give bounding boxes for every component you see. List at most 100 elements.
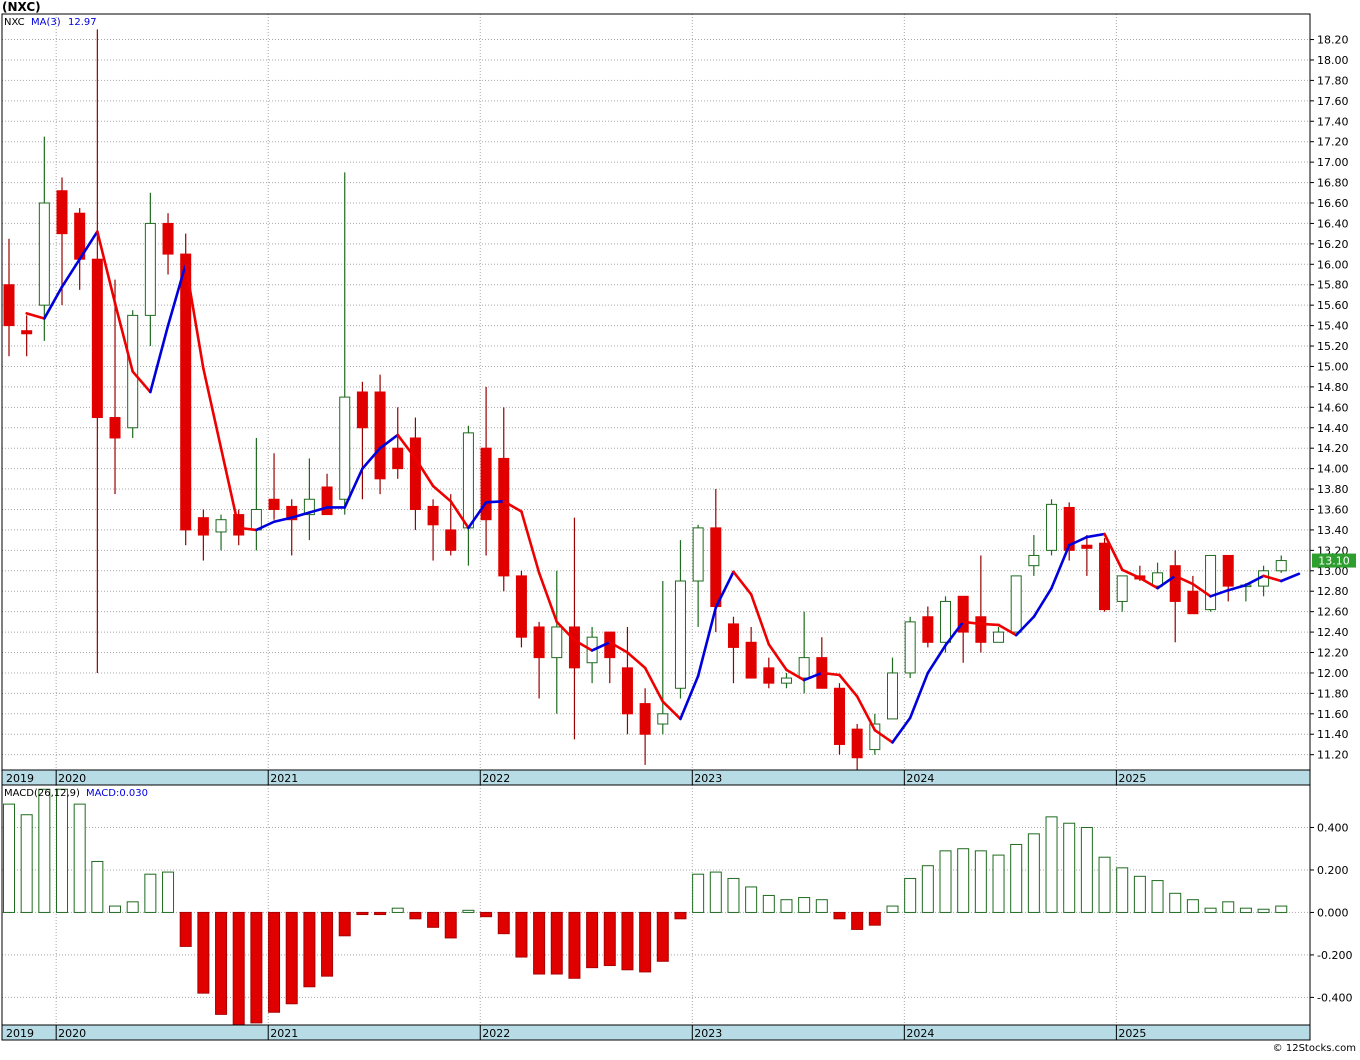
macd-bar-positive — [1169, 892, 1182, 913]
macd-bar-negative — [250, 911, 263, 1024]
macd-bar-negative — [621, 911, 634, 971]
candle-up — [887, 672, 898, 720]
candle-down — [197, 517, 209, 536]
ma3-segment — [484, 500, 506, 504]
macd-bar-positive — [745, 886, 758, 913]
year-label: 2023 — [694, 1027, 722, 1040]
time-axis-bar — [1, 1024, 1311, 1041]
macd-bar-positive — [1010, 843, 1023, 913]
macd-bar-negative — [656, 911, 669, 962]
macd-bar-negative — [586, 911, 599, 969]
price-tick-label: 12.80 — [1317, 585, 1349, 598]
macd-bar-positive — [921, 865, 934, 913]
candle-up — [1046, 503, 1058, 551]
price-tick-label: 17.80 — [1317, 74, 1349, 87]
candle-up — [1010, 575, 1022, 633]
macd-bar-positive — [1063, 822, 1076, 913]
candle-down — [56, 190, 68, 235]
macd-bar-negative — [179, 911, 192, 947]
price-tick-label: 13.80 — [1317, 483, 1349, 496]
macd-bar-negative — [338, 911, 351, 937]
candle-up — [798, 657, 810, 679]
price-tick-label: 12.00 — [1317, 667, 1349, 680]
candle-up — [692, 527, 704, 582]
price-tick-label: 18.20 — [1317, 34, 1349, 47]
candle-down — [321, 486, 333, 516]
macd-bar-positive — [939, 850, 952, 913]
candle-up — [1205, 554, 1217, 611]
macd-bar-positive — [762, 894, 775, 913]
ma3-segment — [979, 622, 1000, 627]
macd-bar-negative — [427, 911, 440, 928]
price-tick-label: 11.80 — [1317, 687, 1349, 700]
macd-bar-positive — [815, 899, 828, 913]
price-tick-label: 15.00 — [1317, 360, 1349, 373]
candle-up — [1116, 575, 1128, 602]
candle-down — [1187, 590, 1199, 615]
candle-up — [250, 508, 262, 531]
price-tick-label: 17.40 — [1317, 115, 1349, 128]
candle-down — [533, 626, 545, 659]
year-label: 2020 — [58, 1027, 86, 1040]
macd-bar-negative — [356, 911, 369, 916]
candle-down — [515, 575, 527, 638]
candle-up — [1028, 554, 1040, 567]
price-tick-label: 14.00 — [1317, 463, 1349, 476]
macd-bar-negative — [268, 911, 281, 1013]
price-tick-label: 14.60 — [1317, 401, 1349, 414]
year-label: 2021 — [270, 1027, 298, 1040]
candle-down — [851, 728, 863, 759]
year-label: 2019 — [6, 1027, 34, 1040]
candle-up — [215, 519, 227, 533]
candle-up — [144, 222, 156, 316]
price-tick-label: 15.60 — [1317, 299, 1349, 312]
watermark: © 12Stocks.com — [1273, 1043, 1356, 1054]
year-label: 2024 — [906, 1027, 934, 1040]
price-tick-label: 15.80 — [1317, 279, 1349, 292]
candle-up — [462, 432, 474, 529]
macd-bar-negative — [480, 911, 493, 918]
macd-bar-positive — [692, 873, 705, 913]
year-label: 2020 — [58, 772, 86, 785]
macd-bar-positive — [904, 877, 917, 913]
candle-down — [1169, 565, 1181, 602]
macd-tick-label: -0.400 — [1317, 991, 1352, 1004]
price-tick-label: 18.00 — [1317, 54, 1349, 67]
legend-ma-value: 12.97 — [68, 17, 97, 28]
macd-bar-positive — [3, 803, 15, 913]
macd-legend: MACD(26,12,9) MACD:0.030 — [4, 788, 148, 799]
candle-down — [763, 667, 775, 684]
macd-bar-positive — [727, 877, 740, 913]
price-legend: NXC MA(3) 12.97 — [4, 17, 97, 28]
candle-down — [409, 437, 421, 510]
macd-bar-positive — [1045, 816, 1058, 913]
candle-down — [356, 391, 368, 429]
price-tick-label: 11.20 — [1317, 749, 1349, 762]
year-label: 2025 — [1118, 1027, 1146, 1040]
macd-bar-negative — [515, 911, 528, 958]
candle-down — [374, 391, 386, 480]
candle-down — [91, 258, 103, 419]
macd-bar-positive — [1098, 856, 1111, 913]
price-tick-label: 12.20 — [1317, 647, 1349, 660]
year-label: 2022 — [482, 772, 510, 785]
candle-down — [427, 505, 439, 526]
macd-tick-label: 0.000 — [1317, 906, 1349, 919]
candle-up — [1152, 572, 1164, 587]
candle-down — [268, 498, 280, 510]
candle-up — [993, 631, 1005, 643]
candle-down — [162, 222, 174, 255]
legend-macd-label: MACD(26,12,9) — [4, 788, 80, 799]
macd-bar-positive — [886, 905, 899, 913]
candle-down — [109, 417, 121, 439]
year-label: 2021 — [270, 772, 298, 785]
macd-bar-negative — [197, 911, 210, 994]
macd-bar-negative — [868, 911, 881, 926]
macd-bar-negative — [497, 911, 510, 935]
macd-bar-positive — [798, 897, 811, 913]
macd-bar-positive — [780, 899, 793, 913]
macd-bar-positive — [957, 848, 970, 913]
candle-down — [975, 616, 987, 643]
time-axis-bar — [1, 769, 1311, 786]
candle-down — [445, 529, 457, 551]
